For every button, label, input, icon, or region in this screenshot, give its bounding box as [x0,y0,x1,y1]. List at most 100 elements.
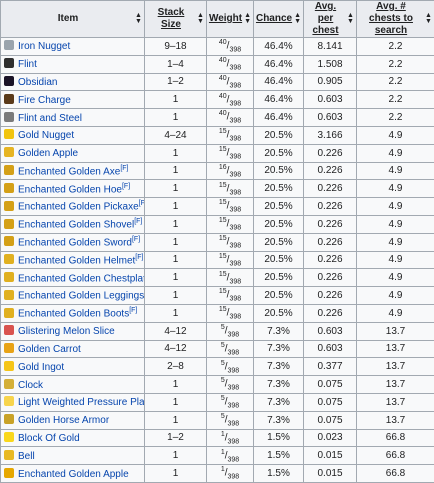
weight-numerator: 5 [221,324,225,331]
item-header-label: Item [3,13,133,25]
item-link[interactable]: Gold Nugget [18,130,74,141]
weight-denominator: 398 [228,456,240,463]
weight-header-label[interactable]: Weight [209,13,242,25]
weight-denominator: 398 [228,331,240,338]
item-link[interactable]: Flint and Steel [18,113,82,124]
avg-per-chest-header-label[interactable]: Avg. per chest [306,1,345,37]
item-link[interactable]: Golden Carrot [18,344,81,355]
stack-size-cell: 4–12 [145,340,207,358]
item-link[interactable]: Clock [18,380,43,391]
item-link[interactable]: Enchanted Golden Axe [18,166,120,177]
weight-cell: 15/398 [207,233,254,251]
item-link[interactable]: Golden Apple [18,148,78,159]
weight-numerator: 16 [219,164,227,171]
avg-per-chest-cell: 0.075 [304,393,357,411]
weight-column-header[interactable]: Weight▲▼ [207,1,254,38]
item-cell: Enchanted Golden Chestplate[F] [1,269,145,287]
weight-denominator: 398 [229,64,241,71]
item-link[interactable]: Enchanted Golden Chestplate [18,273,145,284]
golden-shovel-icon [4,219,14,229]
item-link[interactable]: Iron Nugget [18,41,70,52]
sort-arrows-icon[interactable]: ▲▼ [347,13,354,25]
avg-per-chest-cell: 0.226 [304,144,357,162]
avg-chests-to-search-cell: 13.7 [357,376,434,394]
item-link[interactable]: Gold Ingot [18,362,64,373]
item-cell: Enchanted Golden Helmet[F] [1,251,145,269]
item-cell: Enchanted Golden Pickaxe[F] [1,198,145,216]
item-cell: Fire Charge [1,91,145,109]
item-link[interactable]: Bell [18,451,35,462]
stack-size-cell: 1 [145,287,207,305]
weight-numerator: 40 [219,57,227,64]
loot-table: Item▲▼ Stack Size▲▼ Weight▲▼ Chance▲▼ Av… [0,0,434,483]
item-link[interactable]: Enchanted Golden Leggings [18,291,144,302]
sort-arrows-icon[interactable]: ▲▼ [244,13,251,25]
item-cell: Gold Nugget [1,126,145,144]
table-row: Light Weighted Pressure Plate15/3987.3%0… [1,393,434,411]
weight-denominator: 398 [229,100,241,107]
table-row: Flint1–440/39846.4%1.5082.2 [1,55,434,73]
chance-header-label[interactable]: Chance [256,13,292,25]
avg-chests-to-search-cell: 4.9 [357,126,434,144]
item-cell: Enchanted Golden Leggings[F] [1,287,145,305]
item-link[interactable]: Block Of Gold [18,433,80,444]
sort-arrows-icon[interactable]: ▲▼ [197,13,204,25]
chance-cell: 7.3% [254,376,304,394]
table-row: Golden Horse Armor15/3987.3%0.07513.7 [1,411,434,429]
item-cell: Obsidian [1,73,145,91]
item-column-header[interactable]: Item▲▼ [1,1,145,38]
item-link[interactable]: Enchanted Golden Pickaxe [18,202,139,213]
item-link[interactable]: Obsidian [18,77,57,88]
avg-per-chest-cell: 1.508 [304,55,357,73]
stack-size-cell: 1 [145,198,207,216]
item-link[interactable]: Enchanted Golden Boots [18,309,129,320]
avg-per-chest-column-header[interactable]: Avg. per chest▲▼ [304,1,357,38]
footnote-ref[interactable]: [F] [120,165,128,172]
avg-per-chest-cell: 0.603 [304,322,357,340]
footnote-ref[interactable]: [F] [134,218,142,225]
item-link[interactable]: Enchanted Golden Sword [18,237,132,248]
footnote-ref[interactable]: [F] [135,254,143,261]
stack-size-column-header[interactable]: Stack Size▲▼ [145,1,207,38]
weight-denominator: 398 [229,278,241,285]
golden-sword-icon [4,236,14,246]
item-link[interactable]: Glistering Melon Slice [18,326,115,337]
horse-armor-icon [4,414,14,424]
weight-denominator: 398 [228,385,240,392]
stack-size-header-label[interactable]: Stack Size [147,7,195,31]
chance-column-header[interactable]: Chance▲▼ [254,1,304,38]
item-link[interactable]: Flint [18,59,37,70]
weight-numerator: 15 [219,128,227,135]
item-link[interactable]: Enchanted Golden Hoe [18,184,122,195]
weight-denominator: 398 [228,349,240,356]
sort-arrows-icon[interactable]: ▲▼ [425,13,432,25]
avg-per-chest-cell: 0.603 [304,109,357,127]
footnote-ref[interactable]: [F] [122,183,130,190]
avg-per-chest-cell: 0.603 [304,340,357,358]
avg-chests-to-search-column-header[interactable]: Avg. # chests to search▲▼ [357,1,434,38]
avg-chests-to-search-header-label[interactable]: Avg. # chests to search [359,1,423,37]
weight-numerator: 5 [221,377,225,384]
weight-cell: 40/398 [207,91,254,109]
chance-cell: 20.5% [254,233,304,251]
avg-per-chest-cell: 0.377 [304,358,357,376]
table-row: Flint and Steel140/39846.4%0.6032.2 [1,109,434,127]
pressure-plate-icon [4,396,14,406]
item-link[interactable]: Golden Horse Armor [18,415,109,426]
item-link[interactable]: Enchanted Golden Helmet [18,255,135,266]
flint-icon [4,58,14,68]
item-link[interactable]: Enchanted Golden Shovel [18,220,134,231]
footnote-ref[interactable]: [F] [139,200,145,207]
sort-arrows-icon[interactable]: ▲▼ [294,13,301,25]
item-link[interactable]: Fire Charge [18,95,71,106]
item-link[interactable]: Enchanted Golden Apple [18,469,129,480]
sort-arrows-icon[interactable]: ▲▼ [135,13,142,25]
item-cell: Enchanted Golden Axe[F] [1,162,145,180]
footnote-ref[interactable]: [F] [132,236,140,243]
item-link[interactable]: Light Weighted Pressure Plate [18,397,145,408]
table-body: Iron Nugget9–1840/39846.4%8.1412.2Flint1… [1,38,434,483]
footnote-ref[interactable]: [F] [129,307,137,314]
avg-chests-to-search-cell: 13.7 [357,358,434,376]
golden-leggings-icon [4,290,14,300]
weight-denominator: 398 [229,207,241,214]
